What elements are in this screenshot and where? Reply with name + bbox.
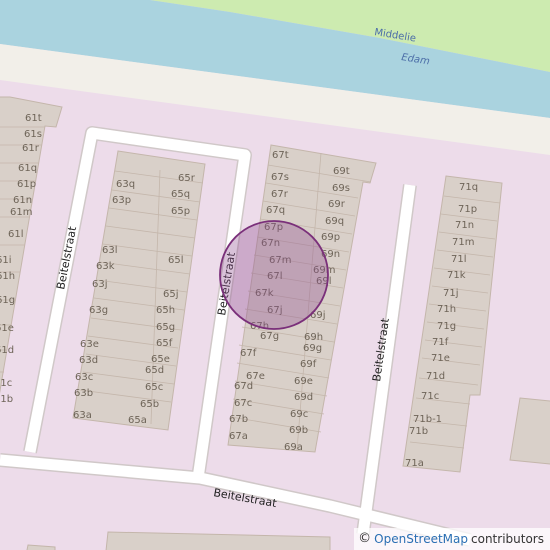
house-number: 61p (17, 179, 36, 190)
house-number: 71c (421, 391, 439, 402)
house-number: 71f (432, 337, 449, 348)
house-number: 63j (92, 279, 108, 290)
house-number: 67f (240, 348, 257, 359)
house-number: 71b-1 (413, 414, 442, 425)
house-number: 61d (0, 345, 14, 356)
house-number: 63g (89, 305, 108, 316)
house-number: 69c (290, 409, 308, 420)
house-number: 71e (431, 353, 450, 364)
house-number: 71h (437, 304, 456, 315)
house-number: 61s (24, 129, 42, 140)
house-number: 67g (260, 331, 279, 342)
house-number: 67s (271, 172, 289, 183)
house-number: 67d (234, 381, 253, 392)
house-number: 69p (321, 232, 340, 243)
house-number: 69t (333, 166, 350, 177)
house-number: 67b (229, 414, 248, 425)
house-number: 65l (168, 255, 184, 266)
house-number: 65p (171, 206, 190, 217)
house-number: 61r (22, 143, 40, 154)
house-number: 69f (300, 359, 317, 370)
house-number: 71p (458, 204, 477, 215)
house-number: 63l (102, 245, 118, 256)
house-number: 71l (451, 254, 467, 265)
house-number: 71k (447, 270, 466, 281)
house-number: 69s (332, 183, 350, 194)
house-number: 71g (437, 321, 456, 332)
house-number: 65q (171, 189, 190, 200)
house-number: 67t (272, 150, 289, 161)
house-number: 71q (459, 182, 478, 193)
house-number: 69r (328, 199, 346, 210)
house-number: 71n (455, 220, 474, 231)
house-number: 65g (156, 322, 175, 333)
house-number: 65r (178, 173, 196, 184)
house-number: 61e (0, 323, 14, 334)
house-number: 65j (163, 289, 179, 300)
house-number: 67r (271, 189, 289, 200)
location-marker[interactable] (219, 220, 329, 330)
house-number: 69g (303, 343, 322, 354)
house-number: 65f (156, 338, 173, 349)
house-number: 63q (116, 179, 135, 190)
map-canvas[interactable]: 61t 61s 61r 61q 61p 61n 61m 61l 61i 61h … (0, 0, 550, 550)
house-number: 71a (405, 458, 424, 469)
house-number: 63k (96, 261, 115, 272)
house-number: 63e (80, 339, 99, 350)
house-number: 71m (452, 237, 474, 248)
house-number: 63d (79, 355, 98, 366)
house-number: 61b (0, 394, 13, 405)
house-number: 65a (128, 415, 147, 426)
house-number: 67a (229, 431, 248, 442)
house-number: 69a (284, 442, 303, 453)
house-number: 69d (294, 392, 313, 403)
house-number: 69e (294, 376, 313, 387)
house-number: 61q (18, 163, 37, 174)
house-number: 67q (266, 205, 285, 216)
house-number: 61t (25, 113, 42, 124)
house-number: 63c (75, 372, 93, 383)
house-number: 65h (156, 305, 175, 316)
house-number: 65d (145, 365, 164, 376)
house-number: 63b (74, 388, 93, 399)
house-number: 67c (234, 398, 252, 409)
house-number: 69b (289, 425, 308, 436)
house-number: 71j (443, 288, 459, 299)
house-number: 61i (0, 255, 12, 266)
house-number: 61h (0, 271, 15, 282)
house-number: 63a (73, 410, 92, 421)
house-number: 63p (112, 195, 131, 206)
house-number: 61c (0, 378, 12, 389)
house-number: 65b (140, 399, 159, 410)
house-number: 69q (325, 216, 344, 227)
house-number: 71b (409, 426, 428, 437)
house-number: 61m (10, 207, 32, 218)
house-number: 61n (13, 195, 32, 206)
house-number: 65e (151, 354, 170, 365)
house-number: 61g (0, 295, 15, 306)
house-number: 69h (304, 332, 323, 343)
house-number: 71d (426, 371, 445, 382)
house-number: 61l (8, 229, 24, 240)
house-number: 65c (145, 382, 163, 393)
openstreetmap-link[interactable]: OpenStreetMap (374, 528, 468, 550)
attribution-suffix: contributors (471, 532, 544, 546)
copyright-symbol: © (358, 531, 372, 546)
map-attribution: © OpenStreetMap contributors (354, 528, 550, 550)
map-view[interactable]: 61t 61s 61r 61q 61p 61n 61m 61l 61i 61h … (0, 0, 550, 550)
